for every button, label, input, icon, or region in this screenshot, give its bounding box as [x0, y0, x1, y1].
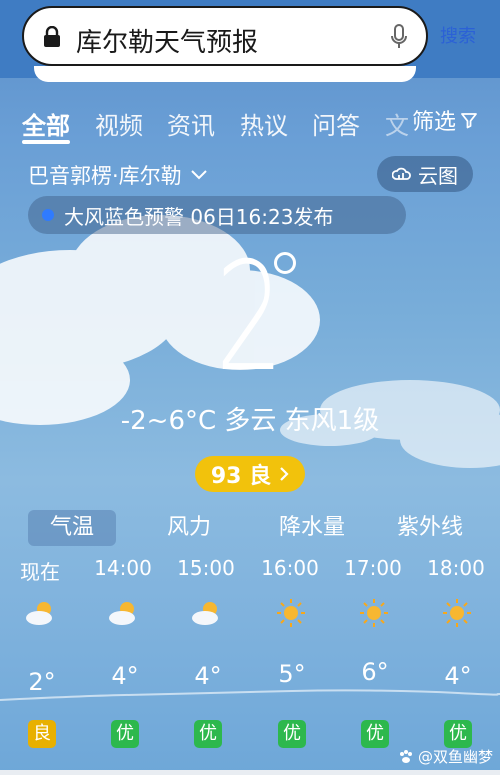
- hour-time-label: 16:00: [261, 556, 319, 580]
- cloud-map-icon: [392, 167, 411, 180]
- current-temperature: 2: [215, 231, 285, 405]
- weather-summary: -2~6°C 多云 东风1级: [120, 406, 380, 436]
- cloud-map-button[interactable]: 云图: [377, 156, 473, 192]
- category-tabs: 全部 视频 资讯 热议 问答 文 筛选: [0, 100, 500, 148]
- hour-temp-value: 4°: [194, 662, 222, 690]
- watermark-text: @双鱼幽梦: [418, 748, 494, 766]
- tab-news[interactable]: 资讯: [167, 106, 215, 141]
- watermark: @双鱼幽梦: [398, 746, 493, 767]
- funnel-icon: [461, 113, 477, 129]
- tab-hot-discussion[interactable]: 热议: [240, 106, 288, 141]
- forecast-metric-tabs: 气温 风力 降水量 紫外线: [0, 510, 500, 550]
- search-button[interactable]: 搜索: [440, 22, 476, 48]
- aqi-button[interactable]: 93 良: [195, 456, 305, 492]
- cloud-map-label: 云图: [418, 163, 458, 188]
- location-selector[interactable]: 巴音郭楞·库尔勒: [28, 160, 208, 190]
- aqi-label: 93 良: [210, 464, 272, 489]
- tab-all[interactable]: 全部: [22, 106, 70, 141]
- weather-alert-banner[interactable]: 大风蓝色预警 06日16:23发布: [28, 196, 406, 234]
- chevron-right-icon: [280, 467, 289, 481]
- bottom-strip: [0, 770, 500, 775]
- tab-article[interactable]: 文: [385, 106, 409, 141]
- partly-cloudy-icon: [192, 602, 218, 625]
- aqi-badge: 优: [278, 720, 306, 748]
- tab-wind[interactable]: 风力: [145, 510, 233, 546]
- tab-qa[interactable]: 问答: [312, 106, 360, 141]
- hour-temp-value: 4°: [111, 662, 139, 690]
- sun-icon: [360, 599, 388, 627]
- aqi-badge: 优: [444, 720, 472, 748]
- tab-uv[interactable]: 紫外线: [382, 510, 478, 546]
- chevron-down-icon: [190, 170, 207, 180]
- hour-time-label: 17:00: [344, 556, 402, 580]
- hour-time-label: 14:00: [94, 556, 152, 580]
- partly-cloudy-icon: [26, 602, 52, 625]
- tab-video[interactable]: 视频: [95, 106, 143, 141]
- partly-cloudy-icon: [109, 602, 135, 625]
- paw-icon: [400, 749, 412, 763]
- degree-symbol-icon: [274, 252, 296, 274]
- sun-icon: [443, 599, 471, 627]
- hour-temp-value: 6°: [361, 658, 389, 686]
- hour-time-label: 18:00: [427, 556, 485, 580]
- aqi-badge: 优: [361, 720, 389, 748]
- aqi-badge: 优: [194, 720, 222, 748]
- sun-icon: [277, 599, 305, 627]
- hour-temp-value: 5°: [278, 660, 306, 688]
- search-input[interactable]: 库尔勒天气预报: [22, 6, 428, 66]
- alert-text: 大风蓝色预警 06日16:23发布: [64, 204, 334, 229]
- hour-temp-value: 4°: [444, 662, 472, 690]
- search-suggest-strip: [34, 66, 416, 82]
- active-tab-indicator: [22, 140, 70, 144]
- tab-precipitation[interactable]: 降水量: [264, 510, 360, 546]
- microphone-icon[interactable]: [390, 24, 408, 50]
- tab-temperature[interactable]: 气温: [28, 510, 116, 546]
- search-query-text: 库尔勒天气预报: [76, 28, 259, 58]
- hour-time-label: 15:00: [177, 556, 235, 580]
- lock-icon: [44, 26, 60, 47]
- aqi-badge: 优: [111, 720, 139, 748]
- filter-label: 筛选: [412, 110, 457, 135]
- alert-dot-icon: [42, 209, 54, 221]
- hour-time-label: 现在: [20, 560, 60, 584]
- filter-button[interactable]: 筛选: [412, 104, 478, 136]
- aqi-badge: 良: [28, 720, 56, 748]
- hour-temp-value: 2°: [28, 668, 56, 696]
- location-label: 巴音郭楞·库尔勒: [28, 164, 182, 188]
- temperature-trend-line: [0, 689, 500, 701]
